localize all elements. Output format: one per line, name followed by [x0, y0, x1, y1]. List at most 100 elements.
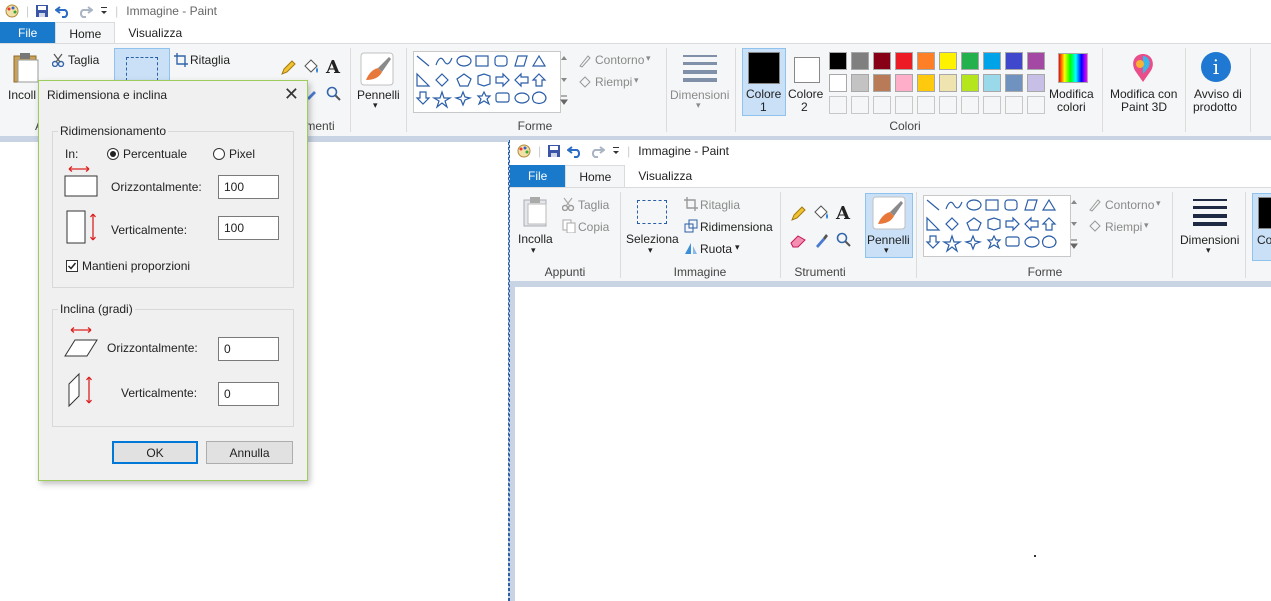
palette-swatch-empty[interactable]	[1027, 96, 1045, 114]
percent-label[interactable]: Percentuale	[123, 147, 187, 161]
front-redo-icon[interactable]	[589, 144, 606, 158]
resize-horizontal-input[interactable]	[218, 175, 279, 199]
front-shapes-scroll-icon[interactable]	[1070, 196, 1078, 256]
palette-swatch[interactable]	[1005, 52, 1023, 70]
back-shapes-gallery[interactable]	[413, 51, 561, 113]
front-save-icon[interactable]	[547, 144, 561, 158]
back-paint3d-icon[interactable]	[1128, 52, 1158, 84]
palette-swatch-empty[interactable]	[1005, 96, 1023, 114]
front-rotate-label[interactable]: Ruota	[700, 242, 732, 256]
back-text-tool-icon[interactable]: A	[326, 57, 340, 78]
front-shapes-gallery[interactable]	[923, 195, 1071, 257]
front-color-picker-icon[interactable]	[814, 232, 828, 248]
front-text-tool-icon[interactable]: A	[836, 203, 850, 224]
front-fill-icon[interactable]	[812, 204, 830, 222]
keep-ratio-checkbox[interactable]	[66, 260, 78, 272]
front-scissors-icon[interactable]	[562, 197, 576, 211]
back-tab-home[interactable]: Home	[55, 22, 116, 44]
back-paste-icon[interactable]	[12, 52, 40, 84]
front-tab-view[interactable]: Visualizza	[625, 165, 705, 187]
palette-swatch[interactable]	[895, 52, 913, 70]
ok-button[interactable]: OK	[112, 441, 198, 464]
front-resize-icon[interactable]	[684, 219, 698, 233]
front-undo-icon[interactable]	[567, 144, 583, 158]
back-crop-label[interactable]: Ritaglia	[190, 53, 230, 67]
front-magnifier-icon[interactable]	[836, 232, 852, 248]
front-paste-dropdown-icon[interactable]: ▾	[531, 245, 536, 256]
palette-swatch[interactable]	[939, 74, 957, 92]
back-size-dropdown-icon[interactable]: ▾	[696, 100, 701, 111]
skew-vertical-input[interactable]	[218, 382, 279, 406]
palette-swatch[interactable]	[1027, 52, 1045, 70]
front-crop-label[interactable]: Ritaglia	[700, 198, 740, 212]
front-rotate-icon[interactable]	[684, 241, 698, 255]
front-color1-swatch[interactable]	[1258, 197, 1271, 229]
palette-swatch[interactable]	[851, 74, 869, 92]
back-fill-dropdown-icon[interactable]: ▾	[634, 75, 639, 86]
back-edit-colors-icon[interactable]	[1058, 53, 1088, 83]
palette-swatch[interactable]	[961, 74, 979, 92]
back-color1-swatch[interactable]	[748, 52, 780, 84]
cancel-button[interactable]: Annulla	[206, 441, 293, 464]
back-color2-swatch[interactable]	[794, 57, 820, 83]
front-paint-app-icon[interactable]	[516, 143, 532, 159]
front-qat-dropdown-icon[interactable]	[611, 145, 621, 157]
front-paste-icon[interactable]	[522, 196, 550, 228]
back-pencil-icon[interactable]	[280, 60, 296, 76]
palette-swatch[interactable]	[829, 74, 847, 92]
palette-swatch-empty[interactable]	[961, 96, 979, 114]
front-shapes-icon[interactable]	[924, 196, 1070, 256]
qat-dropdown-icon[interactable]	[99, 5, 109, 17]
back-tab-view[interactable]: Visualizza	[115, 22, 195, 44]
back-outline-dropdown-icon[interactable]: ▾	[646, 53, 651, 64]
front-copy-icon[interactable]	[562, 219, 576, 233]
palette-swatch[interactable]	[1005, 74, 1023, 92]
palette-swatch[interactable]	[983, 74, 1001, 92]
front-cut-label[interactable]: Taglia	[578, 198, 609, 212]
back-scissors-icon[interactable]	[52, 53, 66, 67]
front-paste-label[interactable]: Incolla	[518, 232, 553, 246]
front-outline-icon[interactable]	[1088, 198, 1102, 212]
palette-swatch[interactable]	[961, 52, 979, 70]
front-pencil-icon[interactable]	[790, 206, 806, 222]
front-brushes-icon[interactable]	[872, 196, 906, 230]
percent-radio[interactable]	[107, 148, 119, 160]
front-select-icon[interactable]	[637, 200, 667, 224]
palette-swatch-empty[interactable]	[917, 96, 935, 114]
front-tab-file[interactable]: File	[510, 165, 566, 187]
palette-swatch[interactable]	[895, 74, 913, 92]
save-icon[interactable]	[35, 4, 49, 18]
front-brushes-dropdown-icon[interactable]: ▾	[884, 245, 889, 256]
back-paint3d-label-1[interactable]: Modifica con	[1110, 87, 1177, 101]
back-brushes-icon[interactable]	[360, 52, 394, 86]
palette-swatch-empty[interactable]	[983, 96, 1001, 114]
back-fill-shape-icon[interactable]	[578, 75, 592, 89]
palette-swatch[interactable]	[873, 74, 891, 92]
pixel-label[interactable]: Pixel	[229, 147, 255, 161]
back-outline-icon[interactable]	[578, 54, 592, 68]
back-edit-colors-label-1[interactable]: Modifica	[1049, 87, 1094, 101]
back-crop-icon[interactable]	[174, 53, 188, 67]
palette-swatch[interactable]	[917, 52, 935, 70]
back-edit-colors-label-2[interactable]: colori	[1057, 100, 1086, 114]
back-paint3d-label-2[interactable]: Paint 3D	[1121, 100, 1167, 114]
front-fill-dropdown-icon[interactable]: ▾	[1144, 220, 1149, 231]
palette-swatch[interactable]	[851, 52, 869, 70]
front-eraser-icon[interactable]	[790, 234, 806, 248]
back-shapes-icon[interactable]	[414, 52, 560, 112]
front-outline-dropdown-icon[interactable]: ▾	[1156, 198, 1161, 209]
undo-icon[interactable]	[55, 4, 71, 18]
palette-swatch[interactable]	[873, 52, 891, 70]
front-crop-icon[interactable]	[684, 197, 698, 211]
palette-swatch-empty[interactable]	[873, 96, 891, 114]
front-size-dropdown-icon[interactable]: ▾	[1206, 245, 1211, 256]
back-product-alert-icon[interactable]: i	[1201, 52, 1231, 82]
palette-swatch-empty[interactable]	[939, 96, 957, 114]
back-magnifier-icon[interactable]	[326, 86, 342, 102]
front-outline-label[interactable]: Contorno	[1105, 198, 1154, 212]
front-copy-label[interactable]: Copia	[578, 220, 609, 234]
back-product-alert-label-1[interactable]: Avviso di	[1194, 87, 1242, 101]
back-brushes-dropdown-icon[interactable]: ▾	[373, 100, 378, 111]
front-select-dropdown-icon[interactable]: ▾	[648, 245, 653, 256]
front-select-label[interactable]: Seleziona	[626, 232, 679, 246]
